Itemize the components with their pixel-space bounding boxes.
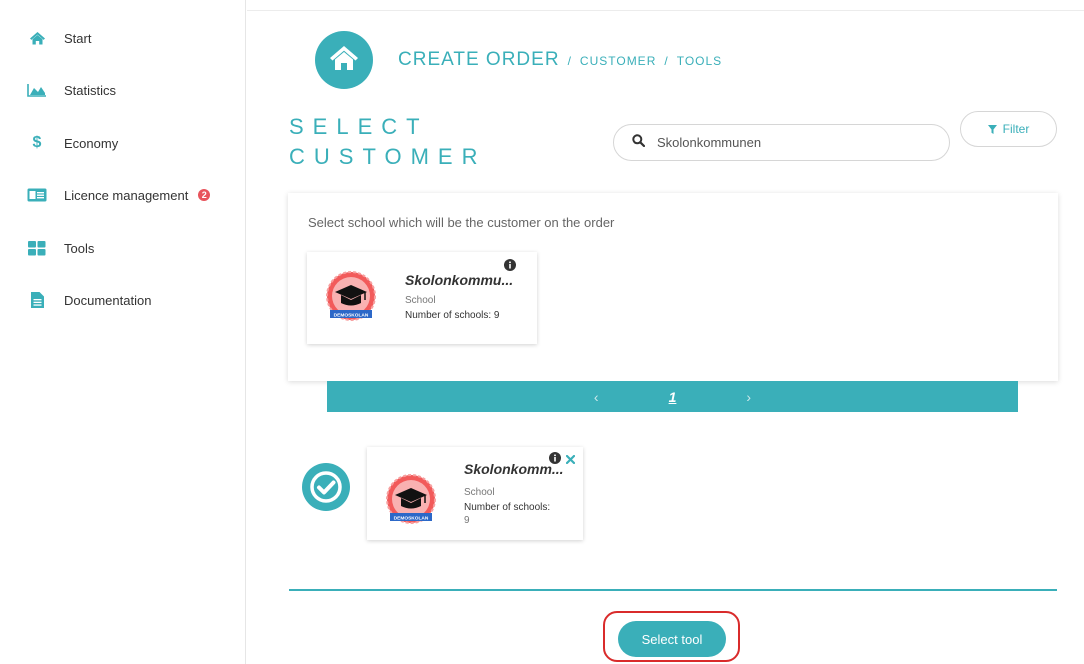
- grid-icon: [26, 240, 48, 256]
- school-logo: DEMOSKOLAN: [385, 473, 437, 534]
- id-card-icon: [26, 187, 48, 203]
- search-input[interactable]: [657, 135, 917, 150]
- dollar-icon: $: [32, 134, 42, 151]
- area-chart-icon: [26, 82, 48, 98]
- page-title: SELECT CUSTOMER: [289, 112, 487, 172]
- school-count-value: 9: [464, 515, 470, 526]
- selected-customer-card: DEMOSKOLAN Skolonkomm... School Number o…: [367, 447, 583, 540]
- customer-name: Skolonkommu...: [405, 272, 514, 288]
- breadcrumb: CREATE ORDER / CUSTOMER / TOOLS: [398, 49, 722, 71]
- filter-icon: [987, 124, 997, 134]
- search-icon: [632, 133, 646, 152]
- panel-instruction: Select school which will be the customer…: [308, 215, 615, 230]
- pagination-page[interactable]: 1: [669, 389, 677, 405]
- customer-card[interactable]: DEMOSKOLAN Skolonkommu... School Number …: [307, 252, 537, 344]
- section-divider: [289, 589, 1057, 591]
- home-button[interactable]: [315, 31, 373, 89]
- select-tool-button[interactable]: Select tool: [618, 621, 726, 657]
- home-icon: [26, 30, 48, 46]
- top-divider: [247, 10, 1084, 11]
- customer-results-panel: Select school which will be the customer…: [288, 193, 1058, 381]
- selected-check-icon: [302, 463, 350, 511]
- page-title-line1: SELECT: [289, 114, 429, 139]
- page-title-line2: CUSTOMER: [289, 144, 487, 169]
- pagination-next[interactable]: ›: [746, 389, 751, 405]
- sidebar: Start Statistics $ Economy Licence manag…: [0, 0, 246, 664]
- sidebar-item-label: Licence management: [64, 187, 189, 203]
- sidebar-item-label: Economy: [64, 135, 119, 151]
- customer-school-count: Number of schools: 9: [405, 310, 500, 321]
- pagination-prev[interactable]: ‹: [594, 389, 599, 405]
- sidebar-item-statistics[interactable]: Statistics: [26, 79, 116, 101]
- sidebar-item-label: Tools: [64, 240, 95, 256]
- filter-label: Filter: [1002, 122, 1030, 136]
- pagination: ‹ 1 ›: [327, 381, 1018, 412]
- breadcrumb-separator: /: [567, 54, 572, 68]
- sidebar-item-start[interactable]: Start: [26, 27, 91, 49]
- remove-icon[interactable]: [565, 451, 576, 469]
- logo-text: DEMOSKOLAN: [334, 313, 369, 319]
- school-logo: DEMOSKOLAN: [325, 270, 377, 331]
- breadcrumb-tools[interactable]: TOOLS: [677, 54, 722, 68]
- sidebar-item-licence-management[interactable]: Licence management 2: [26, 184, 211, 206]
- sidebar-item-tools[interactable]: Tools: [26, 237, 94, 259]
- logo-text: DEMOSKOLAN: [394, 516, 429, 522]
- customer-name: Skolonkomm...: [464, 461, 564, 477]
- search-field[interactable]: [613, 124, 950, 161]
- breadcrumb-separator: /: [664, 54, 669, 68]
- sidebar-item-label: Start: [64, 30, 92, 46]
- sidebar-item-label: Statistics: [64, 82, 117, 98]
- notification-badge: 2: [198, 189, 211, 201]
- filter-button[interactable]: Filter: [960, 111, 1057, 147]
- home-icon: [329, 45, 359, 76]
- breadcrumb-customer[interactable]: CUSTOMER: [580, 54, 656, 68]
- customer-school-count: Number of schools: 9: [464, 501, 550, 527]
- sidebar-item-documentation[interactable]: Documentation: [26, 289, 151, 311]
- breadcrumb-create-order[interactable]: CREATE ORDER: [398, 49, 560, 71]
- sidebar-item-economy[interactable]: $ Economy: [26, 132, 119, 154]
- customer-type: School: [405, 295, 436, 306]
- customer-type: School: [464, 487, 495, 498]
- school-count-label: Number of schools:: [464, 502, 551, 513]
- file-icon: [26, 292, 48, 308]
- sidebar-item-label: Documentation: [64, 292, 152, 308]
